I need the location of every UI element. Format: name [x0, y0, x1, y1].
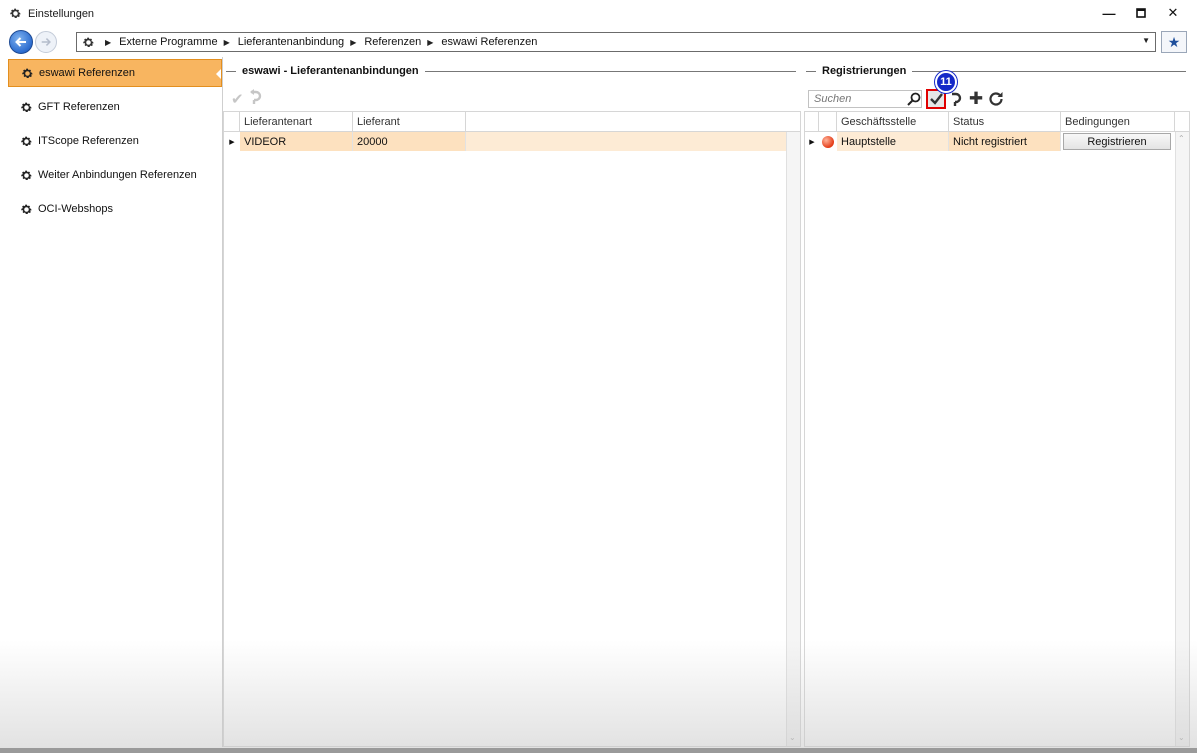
- chevron-right-icon: ▶: [350, 37, 357, 47]
- column-header-bedingungen[interactable]: Bedingungen: [1061, 112, 1175, 131]
- star-icon: ★: [1167, 33, 1181, 50]
- lieferantenanbindungen-panel: ✔ Lieferantenart Lieferant ▶ VIDEOR 2000…: [223, 87, 801, 747]
- favorite-button[interactable]: ★: [1161, 31, 1187, 53]
- plus-icon: ✚: [968, 89, 984, 108]
- sidebar-item-oci-webshops[interactable]: OCI-Webshops: [8, 195, 222, 223]
- left-toolbar: ✔: [223, 87, 801, 111]
- forward-button[interactable]: [35, 31, 57, 53]
- section-title-lieferantenanbindungen: eswawi - Lieferantenanbindungen: [226, 64, 796, 78]
- vertical-scrollbar[interactable]: ⌄: [786, 132, 800, 746]
- cell-lieferantenart[interactable]: VIDEOR: [240, 132, 353, 151]
- arrow-left-icon: [15, 37, 26, 47]
- breadcrumb-item[interactable]: eswawi Referenzen: [441, 36, 537, 48]
- close-icon[interactable]: ✕: [1161, 3, 1185, 23]
- step-badge: 11: [935, 71, 957, 93]
- title-bar: Einstellungen — ✕: [0, 0, 1197, 27]
- minimize-icon[interactable]: —: [1097, 3, 1121, 23]
- chevron-right-icon: ▶: [223, 37, 230, 47]
- gear-icon: [19, 202, 33, 216]
- navigation-bar: ▶ Externe Programme ▶ Lieferantenanbindu…: [0, 27, 1197, 57]
- breadcrumb[interactable]: ▶ Externe Programme ▶ Lieferantenanbindu…: [76, 32, 1156, 52]
- checkmark-icon: ✔: [231, 91, 244, 108]
- chevron-down-icon[interactable]: ▼: [1142, 36, 1150, 45]
- column-header-status[interactable]: Status: [949, 112, 1061, 131]
- section-title-registrierungen: Registrierungen: [806, 64, 1186, 78]
- gear-icon: [8, 7, 22, 21]
- chevron-right-icon: ▶: [427, 37, 434, 47]
- row-indicator-icon: ▶: [809, 138, 815, 146]
- cell-status[interactable]: Nicht registriert: [949, 132, 1061, 151]
- search-input[interactable]: [808, 90, 922, 108]
- table-header: Lieferantenart Lieferant: [224, 112, 800, 132]
- table-row[interactable]: ▶ Hauptstelle Nicht registriert Registri…: [805, 132, 1189, 151]
- breadcrumb-item[interactable]: Externe Programme: [119, 36, 217, 48]
- arrow-right-icon: [41, 38, 51, 46]
- gear-icon: [19, 134, 33, 148]
- gear-icon: [20, 66, 34, 80]
- registrierungen-panel: ✚ 11 Geschäftsstelle Status Bedingungen …: [804, 71, 1190, 747]
- gear-icon: [81, 35, 95, 49]
- sidebar-item-label: eswawi Referenzen: [39, 67, 135, 79]
- vertical-scrollbar[interactable]: ⌃ ⌄: [1175, 132, 1189, 746]
- undo-icon: [952, 92, 962, 106]
- status-indicator-icon: [822, 135, 834, 148]
- gear-icon: [19, 168, 33, 182]
- window-title: Einstellungen: [28, 7, 95, 20]
- column-header-geschaeftsstelle[interactable]: Geschäftsstelle: [837, 112, 949, 131]
- sidebar-item-label: ITScope Referenzen: [38, 135, 139, 147]
- add-button[interactable]: ✚: [966, 89, 986, 109]
- search-icon[interactable]: [906, 91, 922, 107]
- refresh-icon: [989, 92, 1003, 106]
- back-button[interactable]: [9, 30, 33, 54]
- gear-icon: [19, 100, 33, 114]
- chevron-right-icon: ▶: [105, 37, 112, 47]
- undo-icon: [248, 89, 262, 109]
- table-row[interactable]: ▶ VIDEOR 20000: [224, 132, 800, 151]
- registrieren-button[interactable]: Registrieren: [1063, 133, 1171, 150]
- chevron-down-icon[interactable]: ⌄: [1178, 733, 1185, 742]
- cell-lieferant[interactable]: 20000: [353, 132, 466, 151]
- table-header: Geschäftsstelle Status Bedingungen: [805, 112, 1189, 132]
- registrierungen-table: Geschäftsstelle Status Bedingungen ▶ Hau…: [804, 111, 1190, 747]
- column-header-lieferant[interactable]: Lieferant: [353, 112, 466, 131]
- window-border: [0, 748, 1197, 753]
- refresh-button[interactable]: [986, 89, 1006, 109]
- breadcrumb-item[interactable]: Lieferantenanbindung: [238, 36, 344, 48]
- chevron-down-icon[interactable]: ⌄: [789, 733, 796, 742]
- right-toolbar: ✚ 11: [804, 71, 1190, 111]
- sidebar: eswawi Referenzen GFT Referenzen ITScope…: [8, 57, 223, 747]
- breadcrumb-item[interactable]: Referenzen: [364, 36, 421, 48]
- chevron-up-icon[interactable]: ⌃: [1178, 134, 1185, 143]
- sidebar-item-label: Weiter Anbindungen Referenzen: [38, 169, 197, 181]
- sidebar-item-itscope-referenzen[interactable]: ITScope Referenzen: [8, 127, 222, 155]
- row-indicator-icon: ▶: [229, 138, 235, 146]
- column-header-lieferantenart[interactable]: Lieferantenart: [240, 112, 353, 131]
- sidebar-item-label: GFT Referenzen: [38, 101, 120, 113]
- sidebar-item-label: OCI-Webshops: [38, 203, 113, 215]
- sidebar-item-gft-referenzen[interactable]: GFT Referenzen: [8, 93, 222, 121]
- checkmark-icon: [930, 93, 943, 105]
- lieferanten-table: Lieferantenart Lieferant ▶ VIDEOR 20000 …: [223, 111, 801, 747]
- maximize-icon[interactable]: [1129, 3, 1153, 23]
- sidebar-item-weiter-anbindungen[interactable]: Weiter Anbindungen Referenzen: [8, 161, 222, 189]
- cell-geschaeftsstelle[interactable]: Hauptstelle: [837, 132, 949, 151]
- sidebar-item-eswawi-referenzen[interactable]: eswawi Referenzen: [8, 59, 222, 87]
